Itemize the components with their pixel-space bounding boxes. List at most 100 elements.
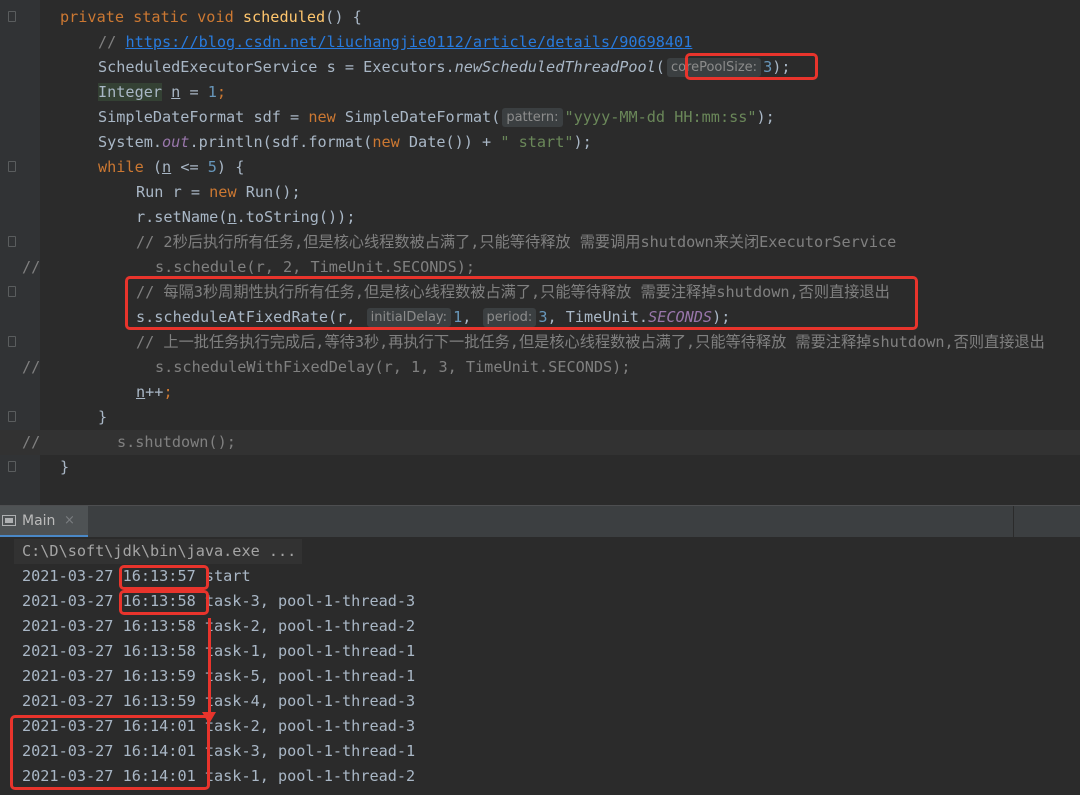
parameter-hint: pattern: <box>502 108 563 127</box>
code-token: ) { <box>216 158 245 176</box>
code-token: out <box>162 133 190 151</box>
code-token: newScheduledThreadPool <box>454 58 656 76</box>
code-token: .println(sdf.format( <box>189 133 373 151</box>
console-output-line: 2021-03-27 16:14:01 task-1, pool-1-threa… <box>22 767 416 785</box>
code-line[interactable]: SimpleDateFormat sdf = new SimpleDateFor… <box>0 105 1080 130</box>
code-text: s.shutdown(); <box>117 430 236 455</box>
code-token: s.scheduleAtFixedRate(r, <box>136 308 365 326</box>
code-text: private static void scheduled() { <box>60 5 362 30</box>
line-comment-marker: // <box>22 258 41 276</box>
console-output-line: 2021-03-27 16:13:58 task-2, pool-1-threa… <box>22 617 416 635</box>
code-line[interactable]: } <box>0 455 1080 480</box>
code-line[interactable]: // https://blog.csdn.net/liuchangjie0112… <box>0 30 1080 55</box>
code-text: // https://blog.csdn.net/liuchangjie0112… <box>98 30 692 55</box>
run-tab-bar: Main × <box>0 505 1080 537</box>
code-token: // 上一批任务执行完成后,等待3秒,再执行下一批任务,但是核心线程数被占满了,… <box>136 333 1045 351</box>
code-line[interactable]: // 上一批任务执行完成后,等待3秒,再执行下一批任务,但是核心线程数被占满了,… <box>0 330 1080 355</box>
code-token: n <box>171 83 181 101</box>
code-token: 3 <box>763 58 773 76</box>
code-token: SECONDS <box>648 308 713 326</box>
code-editor[interactable]: private static void scheduled() {// http… <box>0 0 1080 505</box>
fold-icon[interactable] <box>8 461 16 472</box>
console-output-line: 2021-03-27 16:13:58 task-1, pool-1-threa… <box>22 642 416 660</box>
code-token: scheduled <box>242 8 326 26</box>
parameter-hint: corePoolSize: <box>666 58 762 77</box>
code-token: ScheduledExecutorService s = Executors. <box>98 58 455 76</box>
code-line[interactable]: // 每隔3秒周期性执行所有任务,但是核心线程数被占满了,只能等待释放 需要注释… <box>0 280 1080 305</box>
parameter-hint: initialDelay: <box>366 308 452 327</box>
code-token: Run r = <box>136 183 210 201</box>
code-token: s.shutdown(); <box>117 433 236 451</box>
code-token: 5 <box>207 158 217 176</box>
line-comment-marker: // <box>22 433 41 451</box>
fold-icon[interactable] <box>8 286 16 297</box>
code-token: <= <box>171 158 208 176</box>
code-token: ; <box>216 83 227 101</box>
code-token: n <box>136 383 146 401</box>
code-token: ); <box>573 133 592 151</box>
code-token: ( <box>152 158 163 176</box>
run-tab-main[interactable]: Main × <box>0 506 88 537</box>
code-token: s.schedule(r, 2, TimeUnit.SECONDS); <box>155 258 476 276</box>
parameter-hint: period: <box>482 308 537 327</box>
arrow-down-icon <box>202 712 216 724</box>
code-token: s.scheduleWithFixedDelay(r, 1, 3, TimeUn… <box>155 358 631 376</box>
code-line[interactable]: s.scheduleAtFixedRate(r, initialDelay: 1,… <box>0 305 1080 330</box>
fold-icon[interactable] <box>8 161 16 172</box>
code-token: 1 <box>453 308 463 326</box>
code-text: r.setName(n.toString()); <box>136 205 355 230</box>
close-icon[interactable]: × <box>64 513 75 528</box>
code-text: // 上一批任务执行完成后,等待3秒,再执行下一批任务,但是核心线程数被占满了,… <box>136 330 1045 355</box>
line-comment-marker: // <box>22 358 41 376</box>
code-line[interactable]: private static void scheduled() { <box>0 5 1080 30</box>
code-token: // 2秒后执行所有任务,但是核心线程数被占满了,只能等待释放 需要调用shut… <box>136 233 897 251</box>
code-token: https://blog.csdn.net/liuchangjie0112/ar… <box>125 33 693 51</box>
code-line[interactable]: // s.schedule(r, 2, TimeUnit.SECONDS); <box>0 255 1080 280</box>
code-token: // <box>98 33 126 51</box>
code-text: s.schedule(r, 2, TimeUnit.SECONDS); <box>155 255 475 280</box>
console-output-line: 2021-03-27 16:13:58 task-3, pool-1-threa… <box>22 592 416 610</box>
code-line[interactable]: r.setName(n.toString()); <box>0 205 1080 230</box>
code-line[interactable]: // s.shutdown(); <box>0 430 1080 455</box>
fold-icon[interactable] <box>8 336 16 347</box>
code-text: while (n <= 5) { <box>98 155 244 180</box>
fold-icon[interactable] <box>8 236 16 247</box>
code-token: ); <box>756 108 775 126</box>
console-output-line: 2021-03-27 16:14:01 task-2, pool-1-threa… <box>22 717 416 735</box>
code-token: Integer <box>98 83 163 101</box>
code-token: Date()) + <box>408 133 501 151</box>
code-text: Run r = new Run(); <box>136 180 301 205</box>
code-line[interactable]: while (n <= 5) { <box>0 155 1080 180</box>
code-text: s.scheduleWithFixedDelay(r, 1, 3, TimeUn… <box>155 355 630 380</box>
code-token: .toString()); <box>236 208 356 226</box>
code-text: } <box>60 455 69 480</box>
code-token: while <box>98 158 153 176</box>
run-tab-label: Main <box>22 513 56 529</box>
code-text: Integer n = 1; <box>98 80 226 105</box>
fold-icon[interactable] <box>8 411 16 422</box>
code-line[interactable]: Integer n = 1; <box>0 80 1080 105</box>
tab-bar-divider <box>1013 506 1014 537</box>
code-token: 1 <box>207 83 217 101</box>
code-token: SimpleDateFormat( <box>344 108 501 126</box>
code-line[interactable]: n++; <box>0 380 1080 405</box>
code-line[interactable]: // 2秒后执行所有任务,但是核心线程数被占满了,只能等待释放 需要调用shut… <box>0 230 1080 255</box>
code-line[interactable]: Run r = new Run(); <box>0 180 1080 205</box>
code-token: = <box>180 83 208 101</box>
fold-icon[interactable] <box>8 11 16 22</box>
code-line[interactable]: } <box>0 405 1080 430</box>
console-output-line: 2021-03-27 16:13:57 start <box>22 567 251 585</box>
code-token: SimpleDateFormat sdf = <box>98 108 309 126</box>
code-token: " start" <box>500 133 574 151</box>
code-token: n <box>227 208 237 226</box>
code-token: () { <box>325 8 362 26</box>
code-line[interactable]: ScheduledExecutorService s = Executors.n… <box>0 55 1080 80</box>
code-line[interactable]: System.out.println(sdf.format(new Date()… <box>0 130 1080 155</box>
code-token: // 每隔3秒周期性执行所有任务,但是核心线程数被占满了,只能等待释放 需要注释… <box>136 283 890 301</box>
code-token: "yyyy-MM-dd HH:mm:ss" <box>564 108 757 126</box>
code-text: ScheduledExecutorService s = Executors.n… <box>98 55 791 80</box>
code-token: , TimeUnit. <box>547 308 649 326</box>
code-token: n <box>162 158 172 176</box>
code-line[interactable]: // s.scheduleWithFixedDelay(r, 1, 3, Time… <box>0 355 1080 380</box>
run-panel: Main × C:\D\soft\jdk\bin\java.exe ... 20… <box>0 505 1080 795</box>
